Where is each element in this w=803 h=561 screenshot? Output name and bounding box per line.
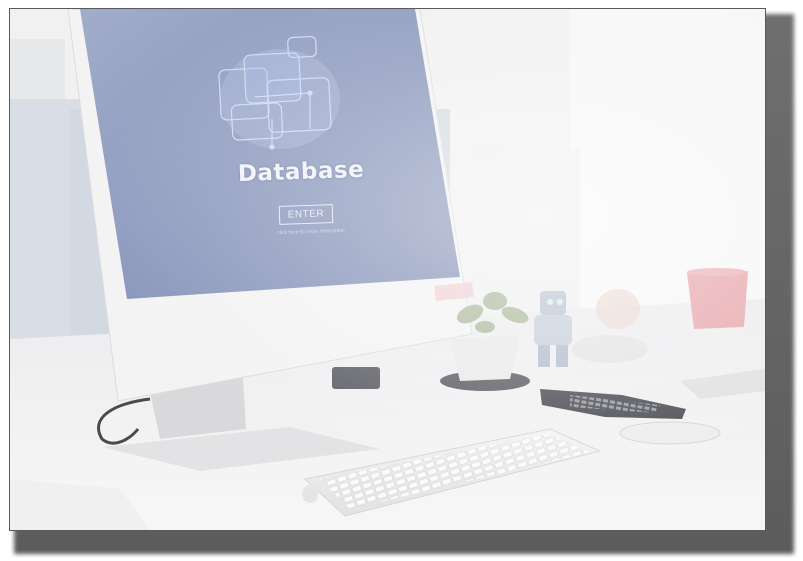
plant-pot (450, 335, 520, 381)
enter-button: ENTER (278, 204, 334, 225)
mouse (619, 421, 721, 445)
office-desk-photo (10, 9, 765, 530)
photo-frame: Database ENTER click here for more infor… (9, 8, 766, 531)
screen-title: Database (237, 156, 365, 188)
pink-cup (687, 271, 748, 329)
